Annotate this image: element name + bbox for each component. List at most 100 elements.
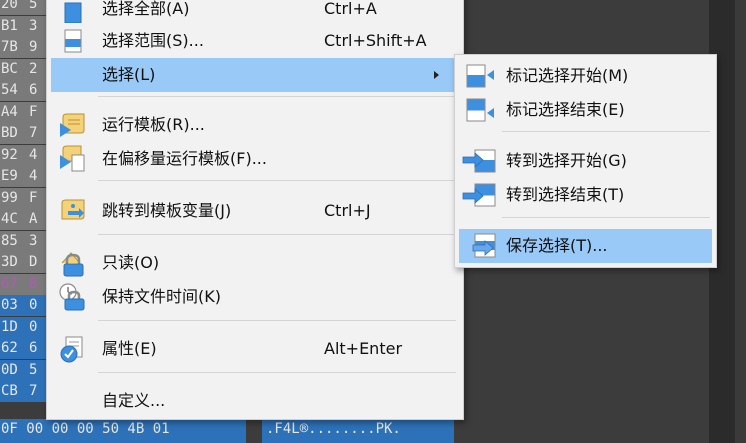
menu-item-select-all[interactable]: 选择全部(A) Ctrl+A <box>51 0 459 26</box>
submenu-arrow-icon <box>434 71 439 79</box>
submenu-item-goto-selection-end[interactable]: 转到选择结束(T) <box>459 178 712 212</box>
submenu-item-mark-selection-start[interactable]: 标记选择开始(M) <box>459 59 712 93</box>
submenu-item-goto-selection-start[interactable]: 转到选择开始(G) <box>459 144 712 178</box>
hex-address-row[interactable]: 20 5 <box>0 0 48 15</box>
hex-byte: 20 <box>1 0 18 12</box>
menu-item-jump-to-template-variable[interactable]: 跳转到模板变量(J) Ctrl+J <box>51 194 459 228</box>
menu-item-shortcut: Ctrl+A <box>324 0 377 18</box>
menu-item-label: 选择范围(S)... <box>102 31 204 50</box>
page-icon <box>59 0 87 23</box>
hex-address-row[interactable]: 85 3 <box>0 230 48 252</box>
hex-address-row[interactable]: 3D D <box>0 252 48 273</box>
submenu-item-label: 保存选择(T)... <box>506 236 608 255</box>
menu-item-select-submenu[interactable]: 选择(L) <box>51 58 459 92</box>
hex-byte: D <box>29 254 38 270</box>
hex-byte: 7 <box>29 383 38 399</box>
vertical-scrollbar[interactable] <box>735 0 746 443</box>
hex-address-row[interactable]: A4 F <box>0 101 48 123</box>
hex-address-row[interactable]: 4C A <box>0 209 48 230</box>
hex-address-row[interactable]: BD 7 <box>0 123 48 144</box>
menu-item-shortcut: Ctrl+J <box>324 201 371 220</box>
hex-byte: 2 <box>29 60 38 77</box>
hex-byte: E9 <box>1 168 18 184</box>
hex-address-column: 20 5 B1 3 7B 9 BC 2 54 6 A4 F BD 7 92 4 E9 4 99 F 4C A 85 3 3D D 6… <box>0 0 48 443</box>
menu-item-label: 选择全部(A) <box>102 0 190 18</box>
submenu-item-label: 转到选择结束(T) <box>506 185 625 204</box>
select-submenu: 标记选择开始(M) 标记选择结束(E) 转到选择开始(G) 转到选择结束(T) … <box>454 54 717 268</box>
mark-start-icon <box>461 62 501 90</box>
hex-byte: 92 <box>1 146 18 163</box>
hex-address-row[interactable]: 1D 0 <box>0 316 48 338</box>
hex-byte: 4C <box>1 211 18 227</box>
hex-byte: 1D <box>1 318 18 335</box>
hex-byte: 4 <box>29 168 38 184</box>
hex-address-row[interactable]: 99 F <box>0 187 48 209</box>
submenu-separator <box>502 217 710 218</box>
lock-icon <box>59 249 87 277</box>
hex-byte: 8 <box>29 275 38 292</box>
hex-address-row[interactable]: 54 6 <box>0 80 48 101</box>
menu-separator <box>98 96 456 97</box>
menu-item-run-template-at-offset[interactable]: 在偏移量运行模板(F)... <box>51 142 459 176</box>
submenu-item-label: 转到选择开始(G) <box>506 151 627 170</box>
hex-byte: 67 <box>1 275 18 292</box>
menu-item-properties[interactable]: 属性(E) Alt+Enter <box>51 332 459 366</box>
menu-separator <box>98 234 456 235</box>
mark-end-icon <box>461 96 501 124</box>
hex-byte: 54 <box>1 82 18 98</box>
hex-byte: 0D <box>1 361 18 378</box>
hex-byte: 03 <box>1 297 18 313</box>
hex-bytes[interactable]: 0F 00 00 00 50 4B 01 <box>0 419 246 443</box>
menu-item-label: 属性(E) <box>102 339 157 358</box>
submenu-item-mark-selection-end[interactable]: 标记选择结束(E) <box>459 93 712 127</box>
menu-separator <box>98 180 456 181</box>
menu-item-label: 自定义... <box>102 391 166 410</box>
hex-byte: 0 <box>29 297 38 313</box>
submenu-item-save-selection[interactable]: 保存选择(T)... <box>459 229 712 263</box>
hex-byte: 6 <box>29 82 38 98</box>
hex-address-row[interactable]: 62 6 <box>0 338 48 359</box>
hex-address-row[interactable]: 03 0 <box>0 295 48 316</box>
hex-text[interactable]: .F4L®........PK. <box>262 419 454 443</box>
hex-byte: 7B <box>1 39 18 55</box>
edit-context-menu: 选择全部(A) Ctrl+A 选择范围(S)... Ctrl+Shift+A 选… <box>46 0 464 420</box>
hex-byte: 99 <box>1 189 18 206</box>
range-icon <box>59 27 87 55</box>
menu-item-label: 在偏移量运行模板(F)... <box>102 149 267 168</box>
hex-byte: 5 <box>29 361 38 378</box>
hex-byte: 7 <box>29 125 38 141</box>
menu-item-keep-file-time[interactable]: 保持文件时间(K) <box>51 280 459 314</box>
hex-byte: 3 <box>29 17 38 34</box>
menu-item-read-only[interactable]: 只读(O) <box>51 246 459 280</box>
template-offset-icon <box>59 145 87 173</box>
menu-item-label: 跳转到模板变量(J) <box>102 201 232 220</box>
hex-address-row[interactable]: BC 2 <box>0 58 48 80</box>
hex-bottom-row: 0F 00 00 00 50 4B 01 .F4L®........PK. <box>0 419 746 443</box>
hex-byte: BD <box>1 125 18 141</box>
hex-byte: 0 <box>29 318 38 335</box>
hex-byte: 85 <box>1 232 18 249</box>
menu-item-run-template[interactable]: 运行模板(R)... <box>51 108 459 142</box>
hex-byte: CB <box>1 383 18 399</box>
submenu-separator <box>502 131 710 132</box>
menu-item-select-range[interactable]: 选择范围(S)... Ctrl+Shift+A <box>51 24 459 58</box>
menu-item-label: 选择(L) <box>102 65 156 84</box>
jump-variable-icon <box>59 197 87 225</box>
menu-item-customize[interactable]: 自定义... <box>51 384 459 418</box>
hex-address-row[interactable]: 67 8 <box>0 273 48 295</box>
hex-address-row[interactable]: 7B 9 <box>0 37 48 58</box>
hex-address-row[interactable]: 0D 5 <box>0 359 48 381</box>
menu-separator <box>98 372 456 373</box>
properties-icon <box>59 335 87 363</box>
hex-address-row[interactable]: CB 7 <box>0 381 48 402</box>
hex-byte: 6 <box>29 340 38 356</box>
menu-separator <box>98 320 456 321</box>
menu-item-label: 运行模板(R)... <box>102 115 205 134</box>
hex-byte: A4 <box>1 103 18 120</box>
hex-address-row[interactable]: E9 4 <box>0 166 48 187</box>
menu-item-label: 保持文件时间(K) <box>102 287 221 306</box>
submenu-item-label: 标记选择结束(E) <box>506 100 625 119</box>
hex-address-row[interactable]: B1 3 <box>0 15 48 37</box>
hex-address-row[interactable]: 92 4 <box>0 144 48 166</box>
goto-start-icon <box>461 147 501 175</box>
